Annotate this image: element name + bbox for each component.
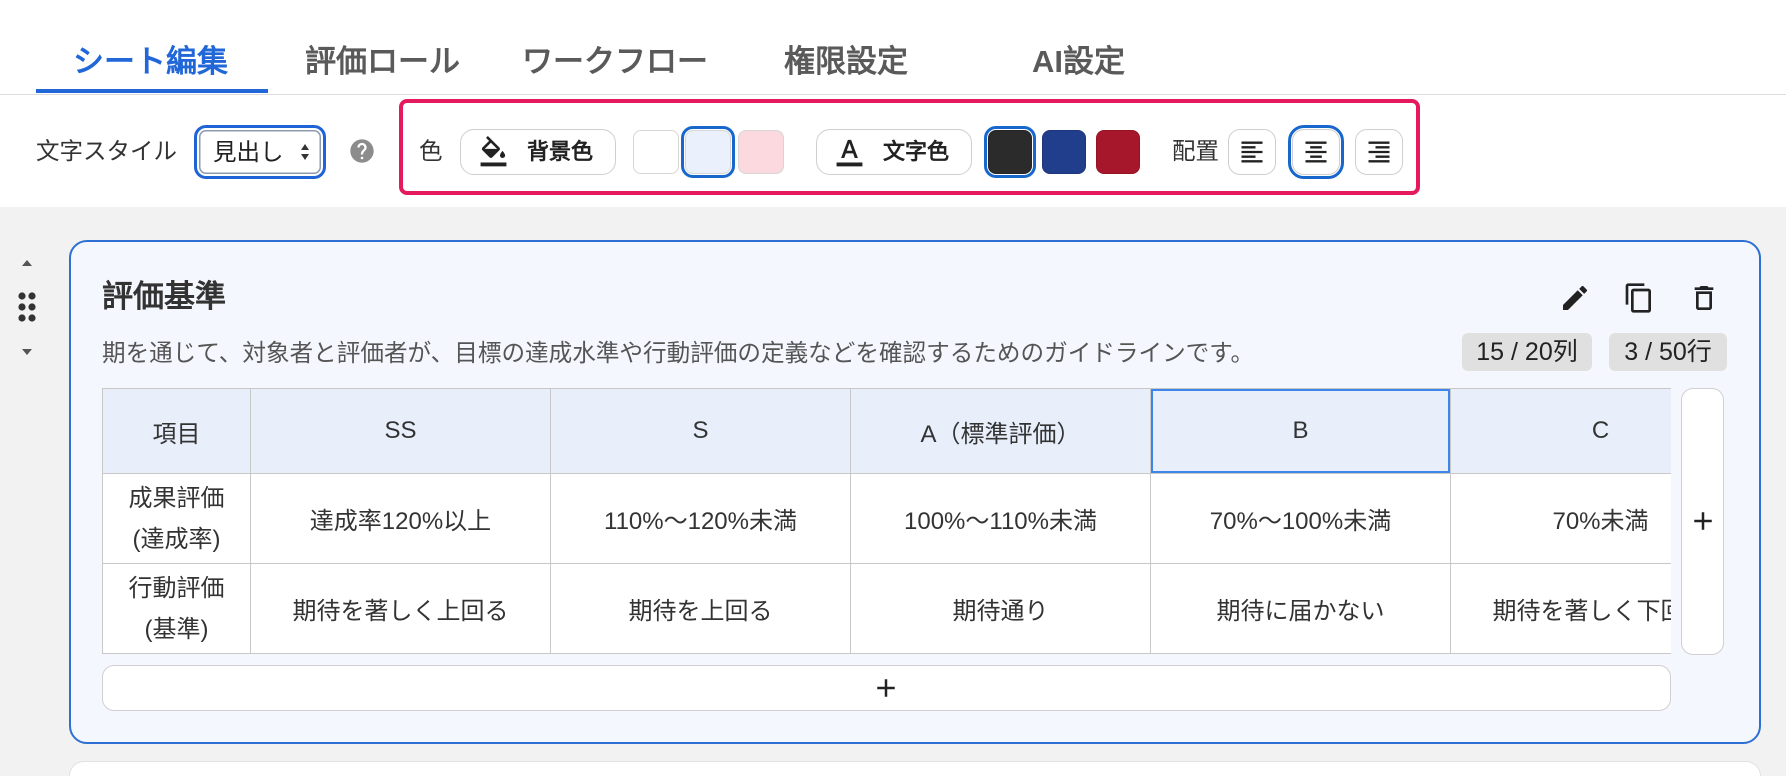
plus-icon xyxy=(877,679,895,697)
add-column-button[interactable] xyxy=(1681,388,1724,655)
text-style-label: 文字スタイル xyxy=(36,138,177,164)
active-tab-indicator xyxy=(36,89,268,93)
plus-icon xyxy=(1694,512,1712,530)
align-center-icon xyxy=(1305,141,1327,163)
tab-sheet-edit[interactable]: シート編集 xyxy=(73,40,228,84)
tab-evaluation-roles[interactable]: 評価ロール xyxy=(305,40,460,84)
columns-count-badge: 15 / 20列 xyxy=(1462,333,1592,371)
next-sheet-card xyxy=(69,761,1761,776)
header-cell[interactable]: C xyxy=(1450,388,1671,474)
text-color-label: 文字色 xyxy=(883,139,950,164)
text-swatch-navy[interactable] xyxy=(1042,130,1086,174)
rows-count-badge: 3 / 50行 xyxy=(1609,333,1727,371)
row-label-line: (基準) xyxy=(144,615,209,643)
text-color-button[interactable]: 文字色 xyxy=(816,129,972,175)
triangle-up-icon[interactable] xyxy=(20,258,34,268)
header-cell[interactable]: 項目 xyxy=(102,388,251,474)
align-left-icon xyxy=(1241,141,1263,163)
sheet-card: 評価基準 期を通じて、対象者と評価者が、目標の達成水準や行動評価の定義などを確認… xyxy=(69,240,1761,744)
paint-bucket-icon xyxy=(480,136,507,167)
table-cell[interactable]: 期待に届かない xyxy=(1150,563,1451,654)
table-row: 成果評価 (達成率) 達成率120%以上 110%〜120%未満 100%〜11… xyxy=(102,473,1671,564)
sheet-description: 期を通じて、対象者と評価者が、目標の達成水準や行動評価の定義などを確認するための… xyxy=(102,341,1255,367)
updown-arrow-icon xyxy=(301,144,309,160)
align-right-icon xyxy=(1368,141,1390,163)
delete-icon[interactable] xyxy=(1688,282,1720,314)
text-color-icon xyxy=(836,139,863,167)
bg-swatch-white[interactable] xyxy=(633,130,679,174)
table-cell[interactable]: 期待を著しく上回る xyxy=(250,563,551,654)
table-header-row: 項目 SS S A（標準評価） B C xyxy=(102,388,1671,474)
tab-ai-settings[interactable]: AI設定 xyxy=(1032,40,1125,84)
header-cell[interactable]: S xyxy=(550,388,851,474)
table-cell[interactable]: 70%〜100%未満 xyxy=(1150,473,1451,564)
tab-permissions[interactable]: 権限設定 xyxy=(784,40,908,84)
add-row-button[interactable] xyxy=(102,665,1671,711)
row-label-cell[interactable]: 成果評価 (達成率) xyxy=(102,473,251,564)
text-swatch-black[interactable] xyxy=(984,126,1036,178)
page: シート編集 評価ロール ワークフロー 権限設定 AI設定 文字スタイル 見出し … xyxy=(0,0,1786,776)
copy-icon[interactable] xyxy=(1623,282,1655,314)
alignment-label: 配置 xyxy=(1172,138,1219,164)
header-cell[interactable]: A（標準評価） xyxy=(850,388,1151,474)
help-circle-icon[interactable] xyxy=(348,137,376,165)
row-label-line: (達成率) xyxy=(132,525,221,553)
table-cell[interactable]: 達成率120%以上 xyxy=(250,473,551,564)
table-cell[interactable]: 期待通り xyxy=(850,563,1151,654)
bg-swatch-light-blue[interactable] xyxy=(681,126,735,178)
table-cell[interactable]: 100%〜110%未満 xyxy=(850,473,1151,564)
sheet-table-scroll[interactable]: 項目 SS S A（標準評価） B C 成果評価 (達成率) 達成率120%以上… xyxy=(102,388,1671,656)
text-style-value: 見出し xyxy=(213,139,284,165)
row-label-line: 行動評価 xyxy=(128,574,225,602)
table-cell[interactable]: 期待を著しく下回 xyxy=(1450,563,1671,654)
row-label-cell[interactable]: 行動評価 (基準) xyxy=(102,563,251,654)
text-style-select[interactable]: 見出し xyxy=(194,125,326,179)
table-cell[interactable]: 70%未満 xyxy=(1450,473,1671,564)
tab-workflow[interactable]: ワークフロー xyxy=(522,40,708,84)
bg-swatch-pink[interactable] xyxy=(738,130,784,174)
row-label-line: 成果評価 xyxy=(128,484,225,512)
sheet-title: 評価基準 xyxy=(102,279,226,314)
color-label: 色 xyxy=(419,138,443,164)
align-left-button[interactable] xyxy=(1228,129,1276,175)
background-color-label: 背景色 xyxy=(527,139,594,164)
header-cell[interactable]: SS xyxy=(250,388,551,474)
background-color-button[interactable]: 背景色 xyxy=(460,129,616,175)
text-swatch-red[interactable] xyxy=(1096,130,1140,174)
align-right-button[interactable] xyxy=(1355,129,1403,175)
table-cell[interactable]: 110%〜120%未満 xyxy=(550,473,851,564)
triangle-down-icon[interactable] xyxy=(20,347,34,357)
table-row: 行動評価 (基準) 期待を著しく上回る 期待を上回る 期待通り 期待に届かない … xyxy=(102,563,1671,654)
sheet-table: 項目 SS S A（標準評価） B C 成果評価 (達成率) 達成率120%以上… xyxy=(102,388,1671,654)
table-cell[interactable]: 期待を上回る xyxy=(550,563,851,654)
drag-handle-icon[interactable] xyxy=(16,290,38,324)
align-center-button[interactable] xyxy=(1288,125,1344,179)
header-cell[interactable]: B xyxy=(1150,388,1451,474)
tab-divider xyxy=(0,94,1786,95)
edit-icon[interactable] xyxy=(1559,282,1591,314)
